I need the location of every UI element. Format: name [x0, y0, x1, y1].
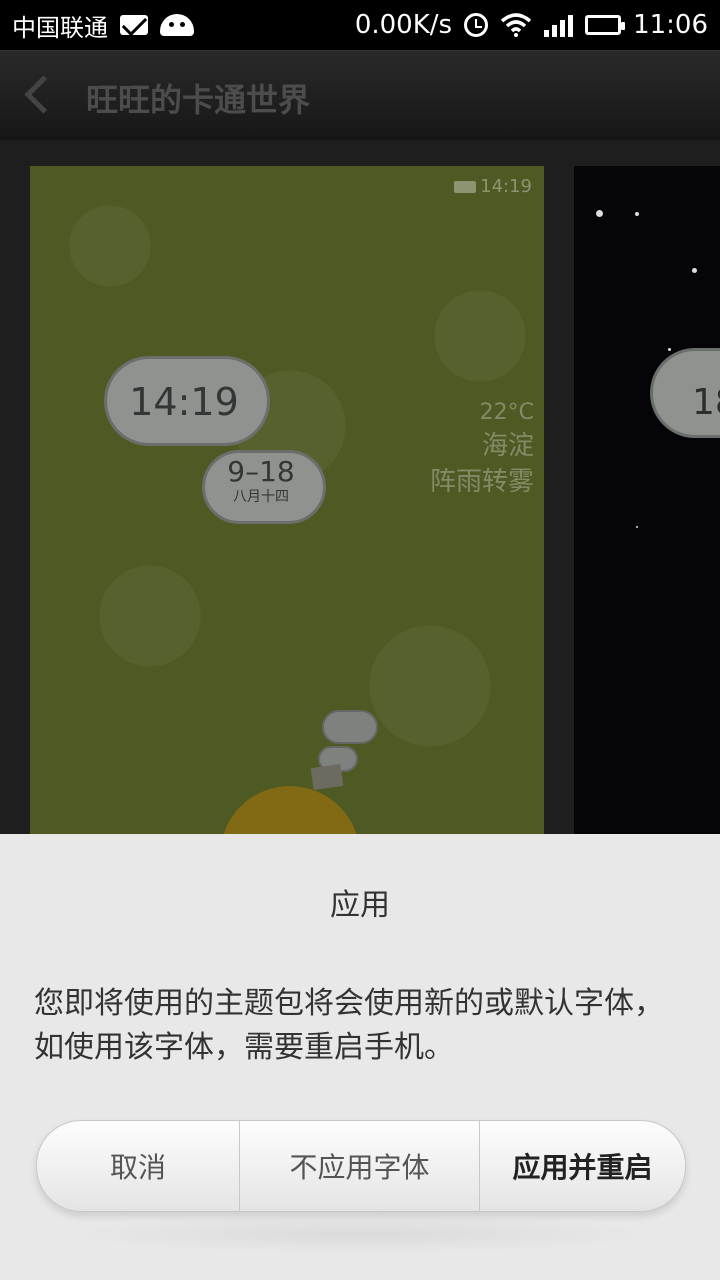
- status-left: 中国联通: [12, 0, 194, 50]
- apply-and-restart-button[interactable]: 应用并重启: [480, 1121, 685, 1211]
- lockscreen-preview[interactable]: 14:19 14:19 9–18 八月十四 22°C 海淀 阵雨转雾: [30, 166, 544, 834]
- weather-temperature: 22°C: [479, 400, 534, 425]
- theme-preview-area: 14:19 14:19 9–18 八月十四 22°C 海淀 阵雨转雾 18: [0, 140, 720, 834]
- preview-lunar-date: 八月十四: [233, 489, 289, 505]
- chimney-illustration: [310, 764, 344, 790]
- preview-date: 9–18: [227, 455, 295, 488]
- status-bar: 中国联通 0.00K/s 11:06: [0, 0, 720, 50]
- weather-location: 海淀: [481, 431, 534, 461]
- page-title: 旺旺的卡通世界: [86, 81, 311, 119]
- alarm-icon: [464, 13, 489, 37]
- star: [636, 526, 638, 528]
- battery-icon: [585, 15, 626, 35]
- back-arrow-icon[interactable]: [24, 75, 63, 114]
- apply-dialog: 应用 您即将使用的主题包将会使用新的或默认字体，如使用该字体，需要重启手机。 取…: [0, 834, 720, 1280]
- star: [635, 212, 639, 216]
- dialog-button-group: 取消 不应用字体 应用并重启: [36, 1120, 686, 1212]
- preview-status: 14:19: [454, 176, 532, 197]
- carrier-name: 中国联通: [12, 13, 108, 42]
- wifi-icon: [500, 13, 532, 37]
- star: [692, 268, 697, 273]
- no-font-button[interactable]: 不应用字体: [240, 1121, 480, 1211]
- preview-status-time: 14:19: [480, 176, 532, 197]
- right-preview-clock: 18: [692, 382, 720, 423]
- dialog-title: 应用: [330, 888, 390, 923]
- preview-weather: 22°C 海淀 阵雨转雾: [430, 398, 534, 500]
- status-right: 0.00K/s 11:06: [355, 0, 708, 50]
- mail-icon: [120, 15, 148, 35]
- preview-clock: 14:19: [129, 380, 239, 424]
- network-speed: 0.00K/s: [354, 10, 453, 40]
- star: [668, 348, 671, 351]
- preview-battery-icon: [454, 180, 477, 193]
- next-theme-preview[interactable]: 18: [574, 166, 720, 834]
- signal-icon: [544, 13, 574, 37]
- title-bar: 旺旺的卡通世界: [0, 50, 720, 141]
- dialog-message: 您即将使用的主题包将会使用新的或默认字体，如使用该字体，需要重启手机。: [34, 986, 664, 1065]
- clock: 11:06: [633, 10, 708, 40]
- cancel-button[interactable]: 取消: [37, 1121, 240, 1211]
- star: [596, 210, 603, 217]
- weather-condition: 阵雨转雾: [429, 467, 534, 497]
- android-icon: [160, 14, 194, 36]
- button-shadow: [56, 1214, 664, 1254]
